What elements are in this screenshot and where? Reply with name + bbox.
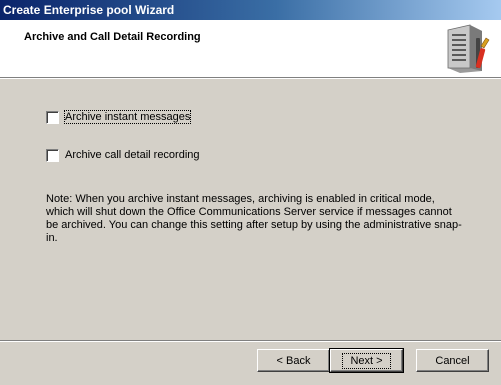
server-tools-icon [447,24,490,73]
next-button[interactable]: Next > [329,348,404,373]
back-button[interactable]: < Back [257,349,330,372]
archive-cdr-label[interactable]: Archive call detail recording [65,149,200,161]
archive-im-option[interactable]: Archive instant messages [46,109,192,125]
button-separator [0,340,501,342]
archive-cdr-option[interactable]: Archive call detail recording [46,147,200,163]
archiving-note: Note: When you archive instant messages,… [46,193,462,244]
title-bar[interactable]: Create Enterprise pool Wizard [0,0,501,20]
archive-cdr-checkbox[interactable] [46,148,59,162]
archive-im-checkbox[interactable] [46,110,59,124]
archive-im-label[interactable]: Archive instant messages [63,110,192,124]
wizard-header: Archive and Call Detail Recording [0,20,501,79]
wizard-window: Create Enterprise pool Wizard Archive an… [0,0,501,385]
cancel-button[interactable]: Cancel [416,349,489,372]
next-button-label: Next > [342,352,391,369]
page-title: Archive and Call Detail Recording [24,31,201,43]
window-title: Create Enterprise pool Wizard [3,3,175,17]
